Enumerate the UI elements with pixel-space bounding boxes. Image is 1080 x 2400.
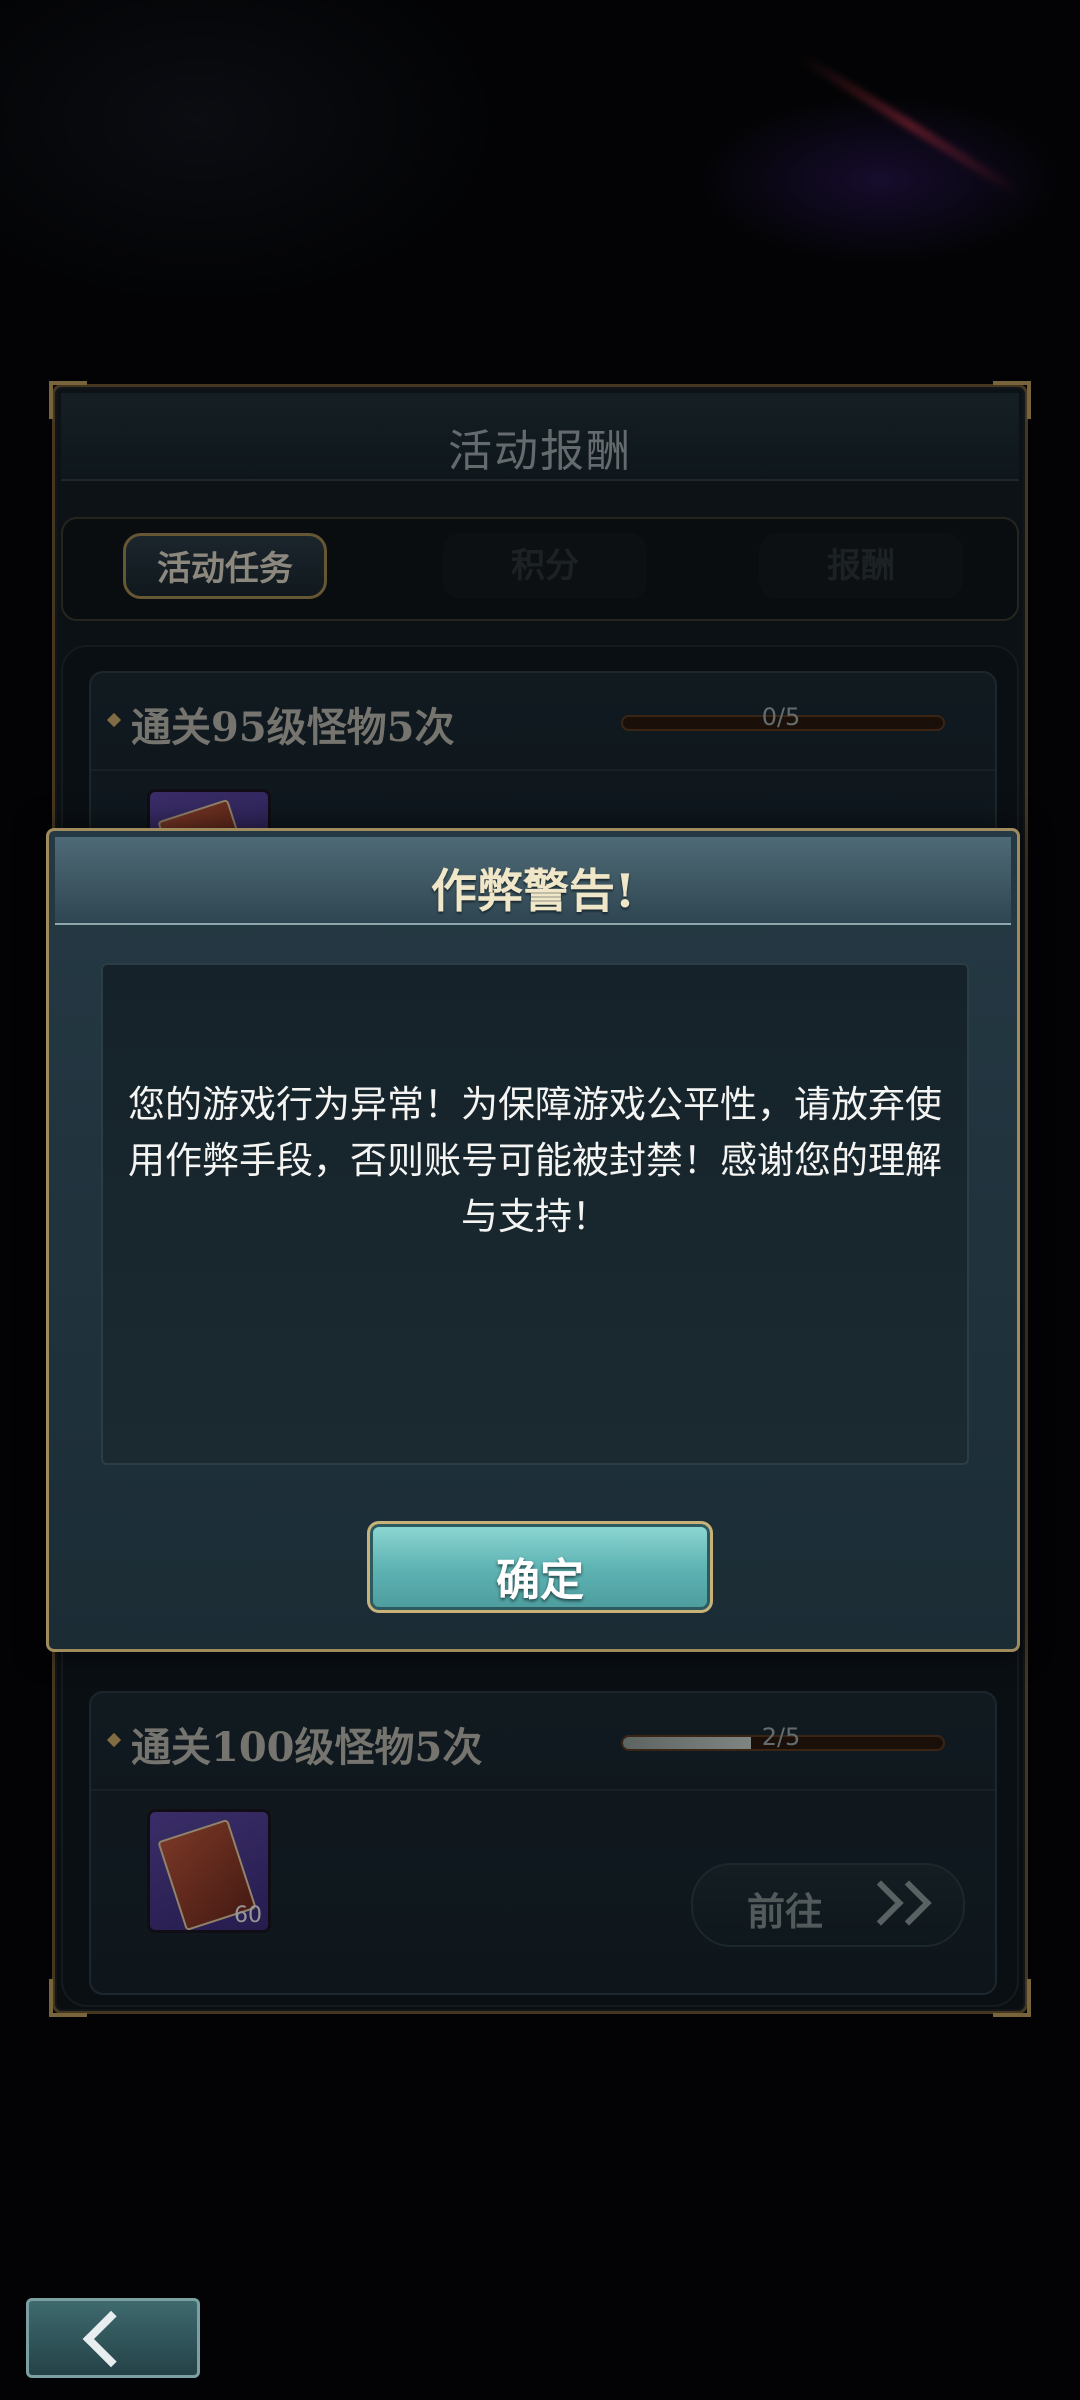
cheat-warning-dialog: 作弊警告! 您的游戏行为异常！为保障游戏公平性，请放弃使用作弊手段，否则账号可能… (46, 828, 1020, 1652)
dialog-header: 作弊警告! (55, 837, 1011, 925)
back-button[interactable] (26, 2298, 200, 2378)
back-arrow-icon (82, 2310, 140, 2368)
dialog-message-box: 您的游戏行为异常！为保障游戏公平性，请放弃使用作弊手段，否则账号可能被封禁！感谢… (101, 963, 969, 1465)
confirm-button-label: 确定 (496, 1555, 584, 1606)
confirm-button[interactable]: 确定 (367, 1521, 713, 1613)
dialog-title: 作弊警告! (430, 864, 636, 918)
dialog-message: 您的游戏行为异常！为保障游戏公平性，请放弃使用作弊手段，否则账号可能被封禁！感谢… (128, 1083, 942, 1238)
